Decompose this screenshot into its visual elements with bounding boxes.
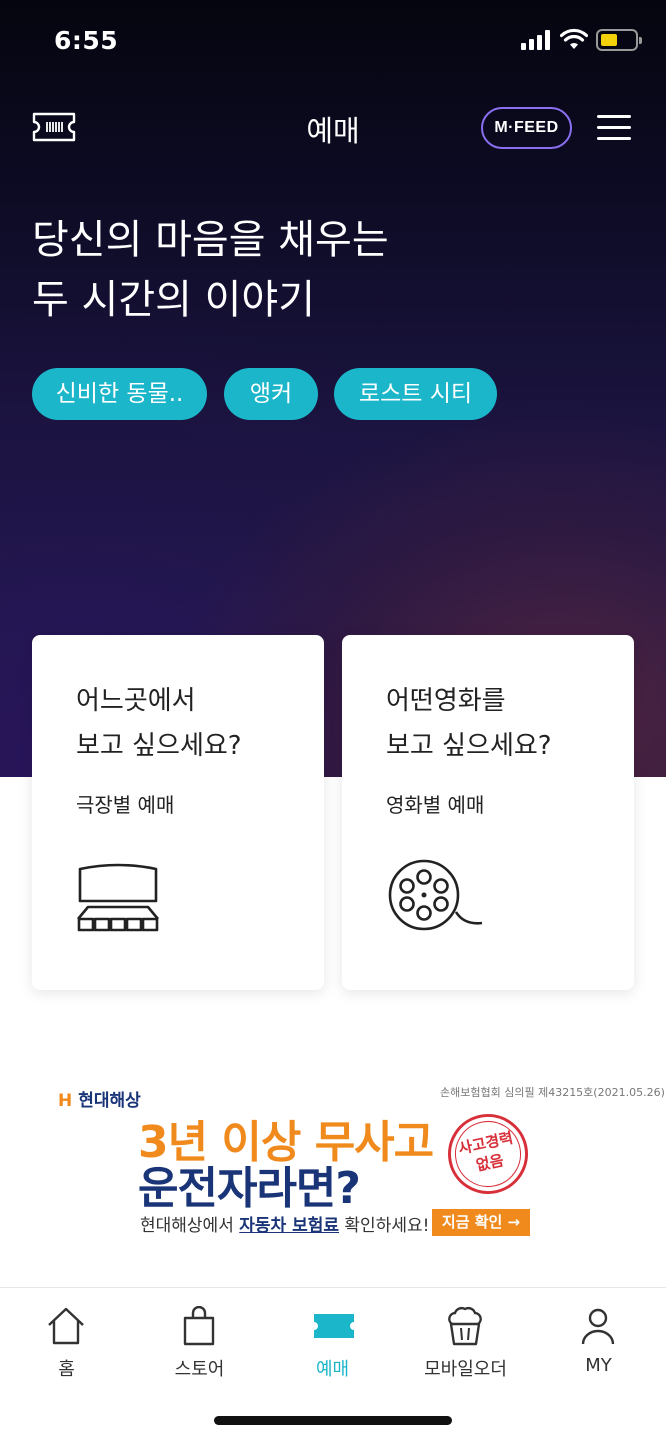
popcorn-icon	[448, 1306, 482, 1346]
wifi-icon	[560, 28, 588, 49]
ad-desc-suffix: 확인하세요!	[339, 1216, 430, 1236]
card-subtitle: 영화별 예매	[386, 793, 485, 817]
movie-chip[interactable]: 앵커	[224, 368, 318, 420]
nav-label: 모바일오더	[424, 1359, 507, 1380]
card-title-line2: 보고 싶으세요?	[386, 731, 552, 761]
nav-mobile-order[interactable]: 모바일오더	[399, 1288, 532, 1398]
ad-desc-highlight: 자동차 보험료	[239, 1216, 340, 1236]
user-icon	[581, 1308, 615, 1345]
ad-description: 현대해상에서 자동차 보험료 확인하세요!	[140, 1211, 429, 1236]
ad-brand-logo: H	[58, 1091, 73, 1111]
nav-booking[interactable]: 예매	[266, 1288, 399, 1398]
home-icon	[48, 1307, 84, 1345]
status-time: 6:55	[54, 26, 119, 55]
shopping-bag-icon	[183, 1306, 215, 1346]
card-title-line1: 어느곳에서	[76, 686, 196, 716]
movie-chip[interactable]: 신비한 동물..	[32, 368, 207, 420]
movie-booking-card[interactable]: 어떤영화를 보고 싶으세요? 영화별 예매	[342, 635, 634, 990]
film-reel-icon	[388, 859, 483, 931]
ad-fine-print: 손해보험협회 심의필 제43215호(2021.05.26)	[440, 1086, 665, 1099]
card-title-line2: 보고 싶으세요?	[76, 731, 242, 761]
hero-headline-line2: 두 시간의 이야기	[32, 277, 316, 323]
cellular-signal-icon	[521, 30, 551, 50]
nav-label: 예매	[315, 1359, 350, 1380]
battery-icon	[596, 29, 642, 51]
theater-seats-icon	[77, 863, 159, 932]
nav-label: 스토어	[174, 1359, 225, 1380]
hamburger-menu-icon[interactable]	[597, 115, 631, 141]
ad-brand: H 현대해상	[58, 1086, 141, 1111]
hero-headline: 당신의 마음을 채우는 두 시간의 이야기	[32, 210, 389, 330]
movie-chip[interactable]: 로스트 시티	[334, 368, 497, 420]
card-subtitle: 극장별 예매	[76, 793, 175, 817]
ad-brand-name: 현대해상	[78, 1091, 141, 1111]
ad-cta-button[interactable]: 지금 확인 →	[432, 1209, 530, 1236]
card-title: 어떤영화를 보고 싶으세요?	[386, 679, 552, 769]
ad-banner[interactable]: H 현대해상 손해보험협회 심의필 제43215호(2021.05.26) 3년 …	[0, 1070, 666, 1250]
mfeed-button[interactable]: M·FEED	[481, 107, 572, 149]
theater-booking-card[interactable]: 어느곳에서 보고 싶으세요? 극장별 예매	[32, 635, 324, 990]
hero-headline-line1: 당신의 마음을 채우는	[32, 217, 389, 263]
ad-headline-2: 운전자라면?	[138, 1163, 361, 1214]
card-title: 어느곳에서 보고 싶으세요?	[76, 679, 242, 769]
card-title-line1: 어떤영화를	[386, 686, 506, 716]
nav-label: 홈	[58, 1359, 75, 1380]
nav-store[interactable]: 스토어	[133, 1288, 266, 1398]
ticket-icon	[314, 1314, 354, 1338]
nav-my[interactable]: MY	[532, 1288, 665, 1398]
nav-home[interactable]: 홈	[0, 1288, 133, 1398]
ad-stamp: 사고경력 없음	[440, 1106, 536, 1202]
home-indicator[interactable]	[214, 1416, 452, 1425]
ad-desc-prefix: 현대해상에서	[140, 1216, 240, 1236]
nav-label: MY	[585, 1355, 612, 1376]
